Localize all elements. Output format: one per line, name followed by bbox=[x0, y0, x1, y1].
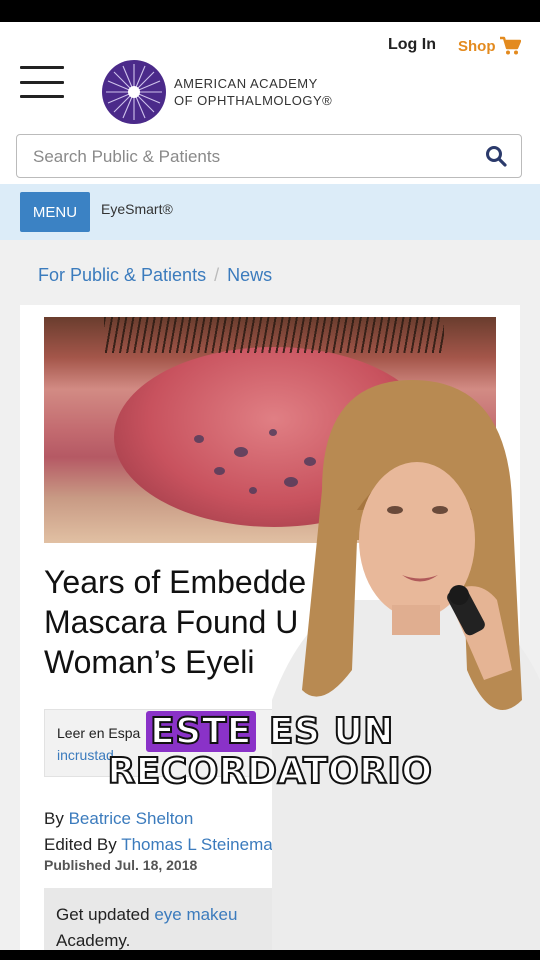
menu-button[interactable]: MENU bbox=[20, 192, 90, 232]
status-bar bbox=[0, 0, 540, 22]
section-nav: MENU EyeSmart® bbox=[0, 184, 540, 240]
caption-line-1: ESTE ES UN bbox=[146, 711, 394, 753]
hamburger-menu-icon[interactable] bbox=[20, 66, 64, 98]
breadcrumb-separator: / bbox=[214, 265, 220, 285]
video-caption: ESTE ES UN RECORDATORIO bbox=[0, 711, 540, 793]
search-input[interactable] bbox=[31, 143, 475, 171]
aao-logo-icon[interactable] bbox=[102, 60, 166, 124]
published-date: Published Jul. 18, 2018 bbox=[44, 857, 198, 873]
eye-makeup-link[interactable]: eye makeu bbox=[154, 905, 237, 924]
breadcrumb-public-patients[interactable]: For Public & Patients bbox=[38, 265, 206, 285]
presenter-video-overlay bbox=[272, 380, 540, 950]
shop-label: Shop bbox=[458, 37, 496, 55]
caption-line-2: RECORDATORIO bbox=[107, 751, 433, 793]
search-icon[interactable] bbox=[485, 145, 507, 167]
site-header: Log In Shop AMERICAN ACADEMY OF OPHTHALM… bbox=[0, 22, 540, 134]
cart-icon bbox=[499, 36, 521, 55]
login-link[interactable]: Log In bbox=[388, 36, 436, 54]
editor-link[interactable]: Thomas L Steineman bbox=[121, 835, 282, 854]
breadcrumb: For Public & Patients / News bbox=[38, 265, 272, 286]
shop-link[interactable]: Shop bbox=[458, 36, 521, 56]
bottom-bar bbox=[0, 950, 540, 960]
author-link[interactable]: Beatrice Shelton bbox=[69, 809, 194, 828]
search-box bbox=[16, 134, 522, 178]
brand-name[interactable]: AMERICAN ACADEMY OF OPHTHALMOLOGY® bbox=[174, 75, 332, 109]
eyesmart-link[interactable]: EyeSmart® bbox=[101, 201, 173, 217]
breadcrumb-news[interactable]: News bbox=[227, 265, 272, 285]
byline: By Beatrice Shelton Edited By Thomas L S… bbox=[44, 809, 283, 854]
